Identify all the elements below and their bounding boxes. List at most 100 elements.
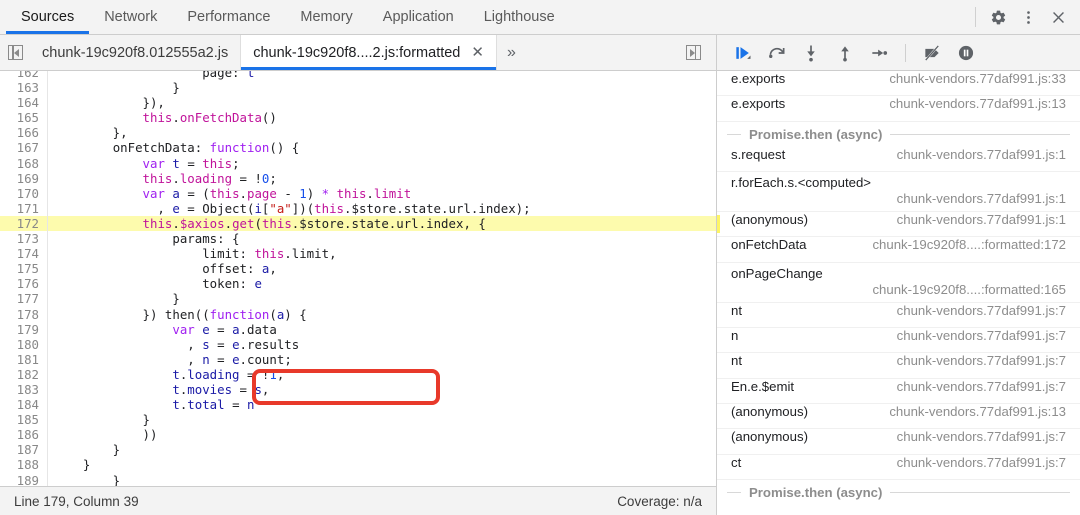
call-stack-row[interactable]: e.exports chunk-vendors.77daf991.js:33 [717, 71, 1080, 97]
call-stack-row[interactable]: (anonymous) chunk-vendors.77daf991.js:13 [717, 404, 1080, 430]
code-line[interactable]: 182 t.loading = !1, [0, 367, 716, 382]
code-text[interactable]: , s = e.results [46, 337, 299, 352]
line-number[interactable]: 164 [0, 95, 46, 110]
code-editor[interactable]: 162 page: t 163 } 164 }), 165 this.onFetchD… [0, 71, 716, 486]
line-number[interactable]: 183 [0, 382, 46, 397]
code-line[interactable]: 174 limit: this.limit, [0, 246, 716, 261]
code-line[interactable]: 163 } [0, 80, 716, 95]
line-number[interactable]: 168 [0, 156, 46, 171]
code-line[interactable]: 165 this.onFetchData() [0, 110, 716, 125]
line-number[interactable]: 174 [0, 246, 46, 261]
call-stack-row[interactable]: nt chunk-vendors.77daf991.js:7 [717, 353, 1080, 379]
line-number[interactable]: 181 [0, 352, 46, 367]
line-number[interactable]: 179 [0, 322, 46, 337]
code-text[interactable]: } [46, 473, 120, 486]
line-number[interactable]: 171 [0, 201, 46, 216]
tab-network[interactable]: Network [89, 0, 172, 34]
code-line[interactable]: 172 this.$axios.get(this.$store.state.ur… [0, 215, 716, 232]
code-text[interactable]: } [46, 412, 150, 427]
line-number[interactable]: 170 [0, 186, 46, 201]
code-text[interactable]: , e = Object(i["a"])(this.$store.state.u… [46, 201, 530, 216]
call-stack-row[interactable]: r.forEach.s.<computed> chunk-vendors.77da… [717, 172, 1080, 213]
code-line[interactable]: 164 }), [0, 95, 716, 110]
line-number[interactable]: 188 [0, 457, 46, 472]
line-number[interactable]: 162 [0, 71, 46, 80]
code-text[interactable]: var t = this; [46, 156, 240, 171]
code-line[interactable]: 189 } [0, 473, 716, 486]
code-line[interactable]: 177 } [0, 291, 716, 306]
call-stack-row[interactable]: onPageChange chunk-19c920f8....:formatted… [717, 263, 1080, 303]
code-text[interactable]: } [46, 442, 120, 457]
code-line[interactable]: 168 var t = this; [0, 156, 716, 171]
code-line[interactable]: 180 , s = e.results [0, 337, 716, 352]
line-number[interactable]: 167 [0, 140, 46, 155]
line-number[interactable]: 169 [0, 171, 46, 186]
step-icon[interactable] [865, 40, 893, 66]
deactivate-breakpoints-icon[interactable] [918, 40, 946, 66]
code-text[interactable]: t.movies = s, [46, 382, 269, 397]
code-line[interactable]: 186 )) [0, 427, 716, 442]
code-text[interactable]: } [46, 80, 179, 95]
line-number[interactable]: 177 [0, 291, 46, 306]
code-text[interactable]: token: e [46, 276, 262, 291]
call-stack-row[interactable]: (anonymous) chunk-vendors.77daf991.js:1 [717, 212, 1080, 238]
line-number[interactable]: 185 [0, 412, 46, 427]
kebab-menu-icon[interactable] [1014, 3, 1042, 31]
code-line[interactable]: 183 t.movies = s, [0, 382, 716, 397]
line-number[interactable]: 172 [0, 216, 46, 231]
line-number[interactable]: 165 [0, 110, 46, 125]
call-stack-row[interactable]: En.e.$emit chunk-vendors.77daf991.js:7 [717, 379, 1080, 404]
line-number[interactable]: 189 [0, 473, 46, 486]
line-number[interactable]: 180 [0, 337, 46, 352]
code-line[interactable]: 187 } [0, 442, 716, 457]
code-scroll-area[interactable]: 162 page: t 163 } 164 }), 165 this.onFetchD… [0, 71, 716, 486]
call-stack-row[interactable]: e.exports chunk-vendors.77daf991.js:13 [717, 96, 1080, 122]
code-text[interactable]: }, [46, 125, 128, 140]
code-text[interactable]: this.onFetchData() [46, 110, 277, 125]
code-text[interactable]: this.loading = !0; [46, 171, 277, 186]
code-text[interactable]: } [46, 291, 179, 306]
code-line[interactable]: 171 , e = Object(i["a"])(this.$store.sta… [0, 201, 716, 216]
code-line[interactable]: 162 page: t [0, 71, 716, 80]
tab-application[interactable]: Application [368, 0, 469, 34]
code-line[interactable]: 181 , n = e.count; [0, 352, 716, 367]
code-line[interactable]: 184 t.total = n [0, 397, 716, 412]
code-line[interactable]: 169 this.loading = !0; [0, 171, 716, 186]
code-text[interactable]: var a = (this.page - 1) * this.limit [46, 186, 412, 201]
line-number[interactable]: 187 [0, 442, 46, 457]
line-number[interactable]: 166 [0, 125, 46, 140]
step-over-next-function-call-icon[interactable] [763, 40, 791, 66]
pause-on-exceptions-icon[interactable] [952, 40, 980, 66]
line-number[interactable]: 173 [0, 231, 46, 246]
more-tabs-icon[interactable]: » [497, 35, 526, 70]
code-text[interactable]: t.total = n [46, 397, 254, 412]
line-number[interactable]: 175 [0, 261, 46, 276]
code-text[interactable]: )) [46, 427, 158, 442]
call-stack-row[interactable]: ct chunk-vendors.77daf991.js:7 [717, 455, 1080, 480]
line-number[interactable]: 184 [0, 397, 46, 412]
code-line[interactable]: 170 var a = (this.page - 1) * this.limit [0, 186, 716, 201]
step-into-next-function-call-icon[interactable] [797, 40, 825, 66]
code-line[interactable]: 173 params: { [0, 231, 716, 246]
call-stack-row[interactable]: s.request chunk-vendors.77daf991.js:1 [717, 147, 1080, 173]
show-navigator-icon[interactable] [0, 35, 30, 70]
line-number[interactable]: 186 [0, 427, 46, 442]
call-stack-row[interactable]: (anonymous) chunk-vendors.77daf991.js:7 [717, 429, 1080, 455]
resume-script-execution-icon[interactable] [729, 40, 757, 66]
tab-memory[interactable]: Memory [285, 0, 367, 34]
code-text[interactable]: , n = e.count; [46, 352, 292, 367]
code-text[interactable]: var e = a.data [46, 322, 277, 337]
code-text[interactable]: limit: this.limit, [46, 246, 336, 261]
call-stack-row[interactable]: nt chunk-vendors.77daf991.js:7 [717, 303, 1080, 329]
close-icon[interactable] [1044, 3, 1072, 31]
code-text[interactable]: } [46, 457, 90, 472]
code-line[interactable]: 178 }) then((function(a) { [0, 307, 716, 322]
code-text[interactable]: onFetchData: function() { [46, 140, 300, 155]
step-out-of-current-function-icon[interactable] [831, 40, 859, 66]
call-stack-row[interactable]: n chunk-vendors.77daf991.js:7 [717, 328, 1080, 354]
call-stack-list[interactable]: e.exports chunk-vendors.77daf991.js:33 e.e… [717, 71, 1080, 515]
line-number[interactable]: 178 [0, 307, 46, 322]
code-line[interactable]: 176 token: e [0, 276, 716, 291]
tab-lighthouse[interactable]: Lighthouse [469, 0, 570, 34]
tab-performance[interactable]: Performance [172, 0, 285, 34]
